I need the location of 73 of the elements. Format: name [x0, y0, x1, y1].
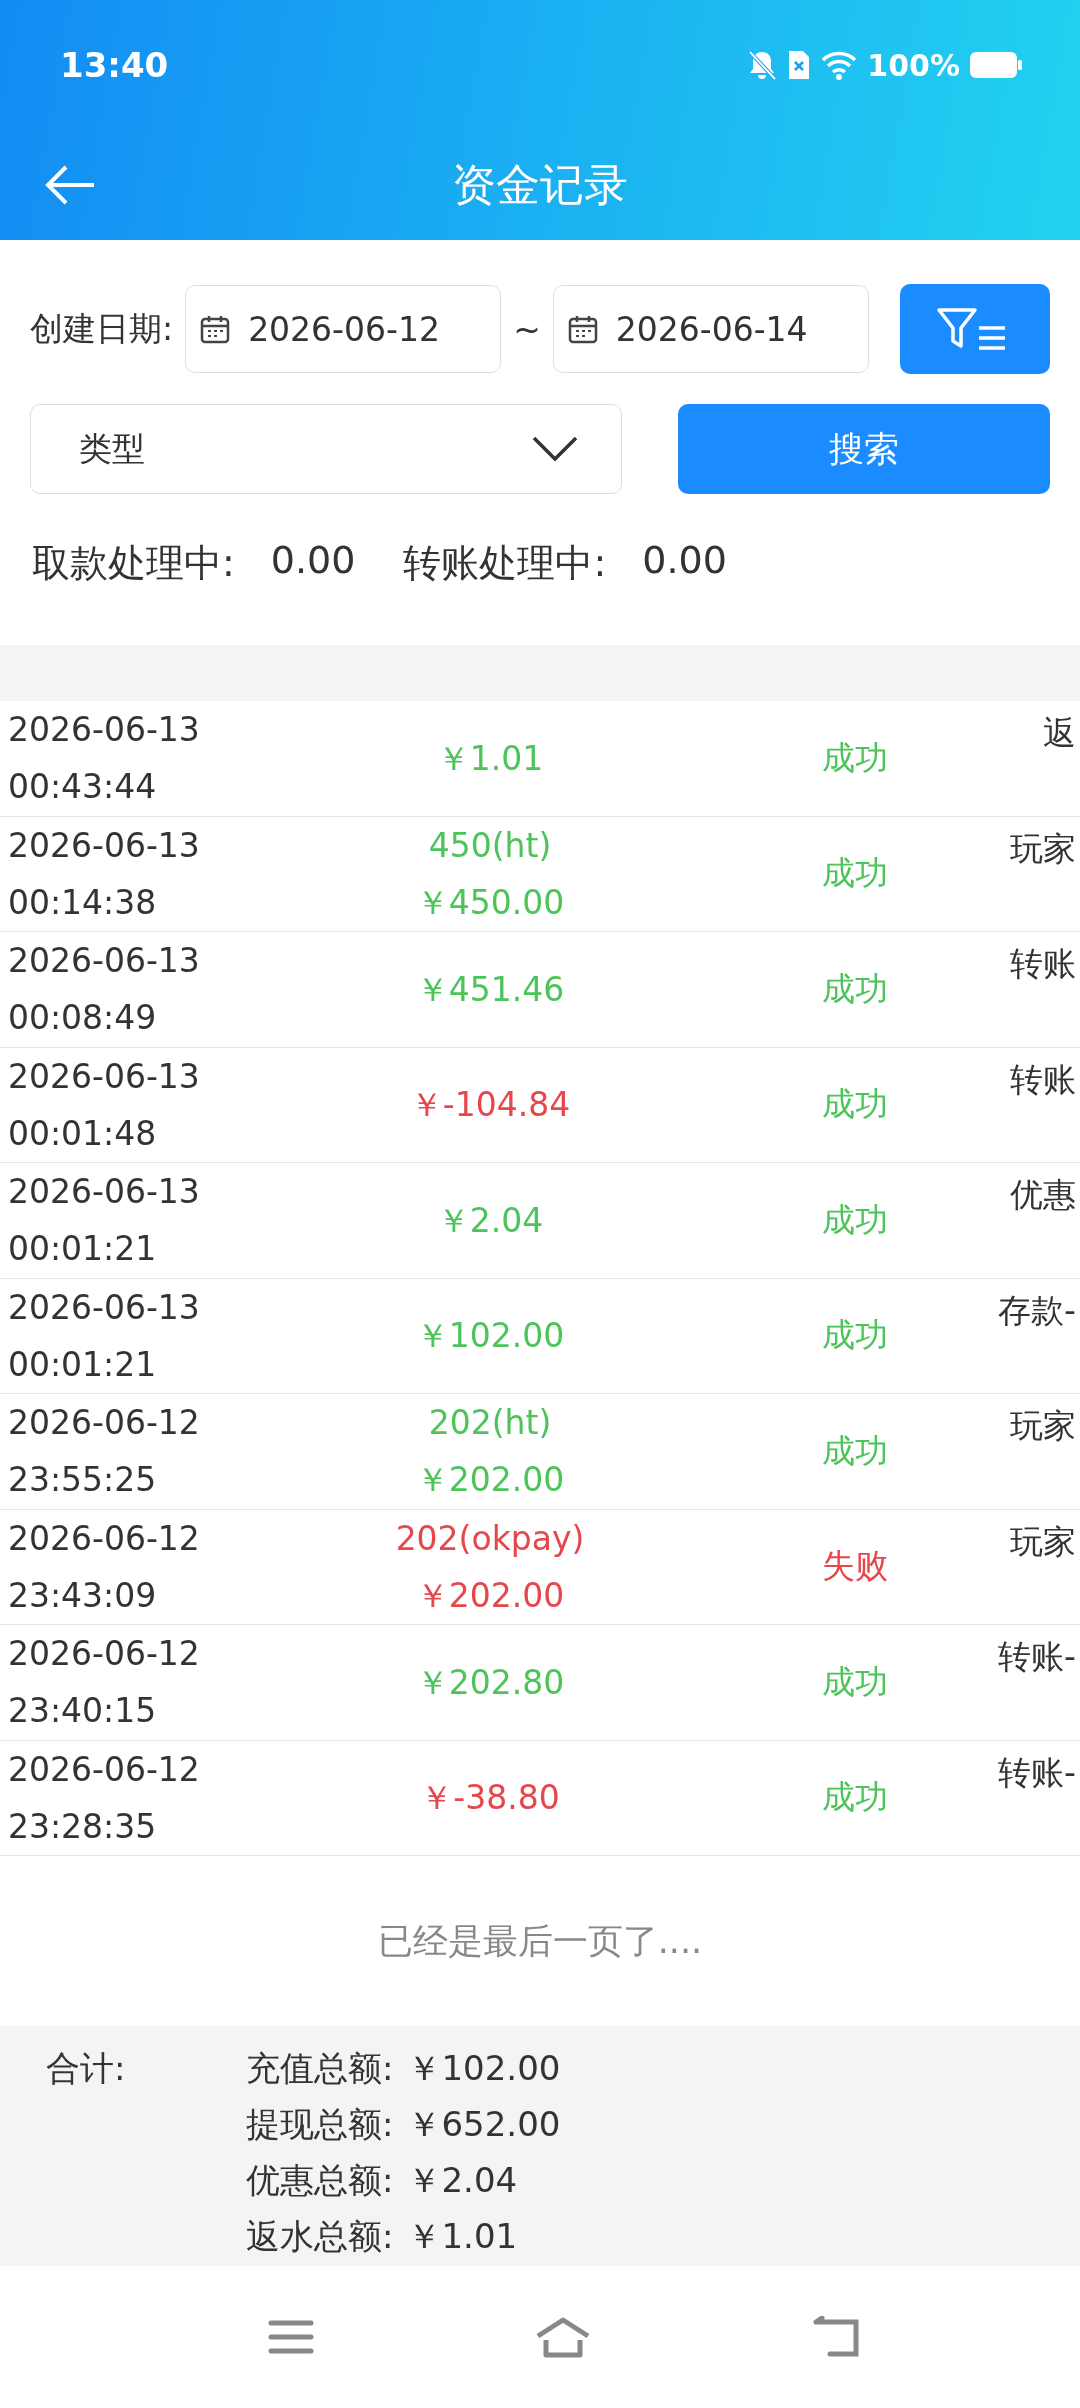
time-cell-text: 2026-06-13 00:01:21: [7, 1286, 201, 1386]
remark-cell-text: 转账: [1009, 943, 1077, 985]
total-label: 优惠总额:: [246, 2159, 394, 2202]
remark-cell-text: 转账-: [997, 1636, 1077, 1678]
amount-cell-text: ￥102.00: [414, 1315, 566, 1358]
amount-cell-text: ￥-104.84: [408, 1084, 572, 1127]
time-cell-text: 2026-06-13 00:01:21: [7, 1171, 201, 1271]
remark-cell-text: 优惠: [1009, 1174, 1077, 1216]
home-icon[interactable]: [534, 2316, 592, 2358]
time-cell-text: 2026-06-13 00:43:44: [7, 709, 201, 809]
pending-label: 转账处理中:: [403, 540, 607, 587]
amount-cell-text: 202(ht) ￥202.00: [414, 1402, 566, 1502]
total-label: 充值总额:: [246, 2047, 394, 2090]
pending-label: 取款处理中:: [32, 540, 235, 587]
filter-button[interactable]: [900, 284, 1050, 374]
date-separator: ~: [513, 309, 541, 349]
time-cell-text: 2026-06-12 23:55:25: [7, 1402, 201, 1502]
time-cell-text: 2026-06-13 00:08:49: [7, 940, 201, 1040]
remark-cell-text: 存款-: [997, 1289, 1077, 1332]
time-cell-text: 2026-06-12 23:28:35: [7, 1748, 201, 1848]
time-cell-text: 2026-06-12 23:40:15: [7, 1633, 201, 1733]
page-title: 资金记录: [452, 157, 628, 212]
menu-icon[interactable]: [268, 2319, 314, 2355]
status-cell-text: 成功: [821, 736, 889, 779]
total-label: 返水总额:: [246, 2215, 394, 2258]
amount-cell-text: ￥2.04: [435, 1199, 545, 1242]
amount-cell-text: ￥1.01: [435, 737, 545, 780]
pending-value: 0.00: [270, 538, 356, 584]
sim-card-icon: [787, 49, 812, 81]
back-nav-icon[interactable]: [812, 2316, 862, 2358]
status-cell-text: 成功: [821, 1314, 889, 1357]
amount-cell-text: 450(ht) ￥450.00: [414, 824, 566, 924]
type-dropdown[interactable]: 类型: [30, 404, 622, 494]
amount-cell-text: ￥-38.80: [419, 1777, 561, 1820]
total-value: ￥1.01: [407, 2215, 518, 2258]
battery-icon: [970, 52, 1022, 78]
status-cell-text: 成功: [821, 1660, 889, 1703]
remark-cell-text: 玩家: [1009, 1405, 1077, 1447]
bell-off-icon: [747, 49, 778, 81]
totals-label: 合计:: [46, 2047, 126, 2090]
calendar-icon: [567, 314, 598, 344]
amount-cell-text: ￥202.80: [414, 1661, 566, 1704]
calendar-icon: [200, 314, 231, 344]
status-cell-text: 失败: [821, 1545, 889, 1588]
status-time: 13:40: [60, 45, 169, 85]
end-of-list-note: 已经是最后一页了....: [376, 1919, 704, 1963]
time-cell-text: 2026-06-13 00:14:38: [7, 824, 201, 924]
status-cell-text: 成功: [821, 1429, 889, 1472]
status-cell-text: 成功: [821, 967, 889, 1010]
remark-cell-text: 玩家: [1009, 827, 1077, 870]
status-cell-text: 成功: [821, 1776, 889, 1819]
wifi-icon: [821, 50, 858, 80]
time-cell-text: 2026-06-13 00:01:48: [7, 1055, 201, 1155]
battery-percent: 100%: [867, 47, 960, 83]
status-cell-text: 成功: [821, 1083, 889, 1126]
remark-cell-text: 转账-: [997, 1751, 1077, 1794]
end-date-field[interactable]: 2026-06-14: [552, 285, 869, 373]
remark-cell-text: 转账: [1009, 1058, 1077, 1101]
total-label: 提现总额:: [246, 2103, 394, 2146]
total-value: ￥2.04: [407, 2159, 518, 2202]
chevron-down-icon: [531, 435, 579, 463]
date-label: 创建日期:: [30, 307, 174, 350]
remark-cell-text: 返: [1042, 712, 1077, 754]
total-value: ￥102.00: [407, 2047, 561, 2090]
total-value: ￥652.00: [407, 2103, 561, 2146]
status-cell-text: 成功: [821, 1198, 889, 1241]
start-date-field[interactable]: 2026-06-12: [185, 285, 502, 373]
time-cell-text: 2026-06-12 23:43:09: [7, 1517, 201, 1617]
amount-cell-text: ￥451.46: [414, 968, 566, 1011]
pending-value: 0.00: [642, 538, 727, 584]
amount-cell-text: 202(okpay) ￥202.00: [394, 1517, 586, 1617]
remark-cell-text: 玩家: [1009, 1520, 1077, 1563]
status-cell-text: 成功: [821, 852, 889, 895]
